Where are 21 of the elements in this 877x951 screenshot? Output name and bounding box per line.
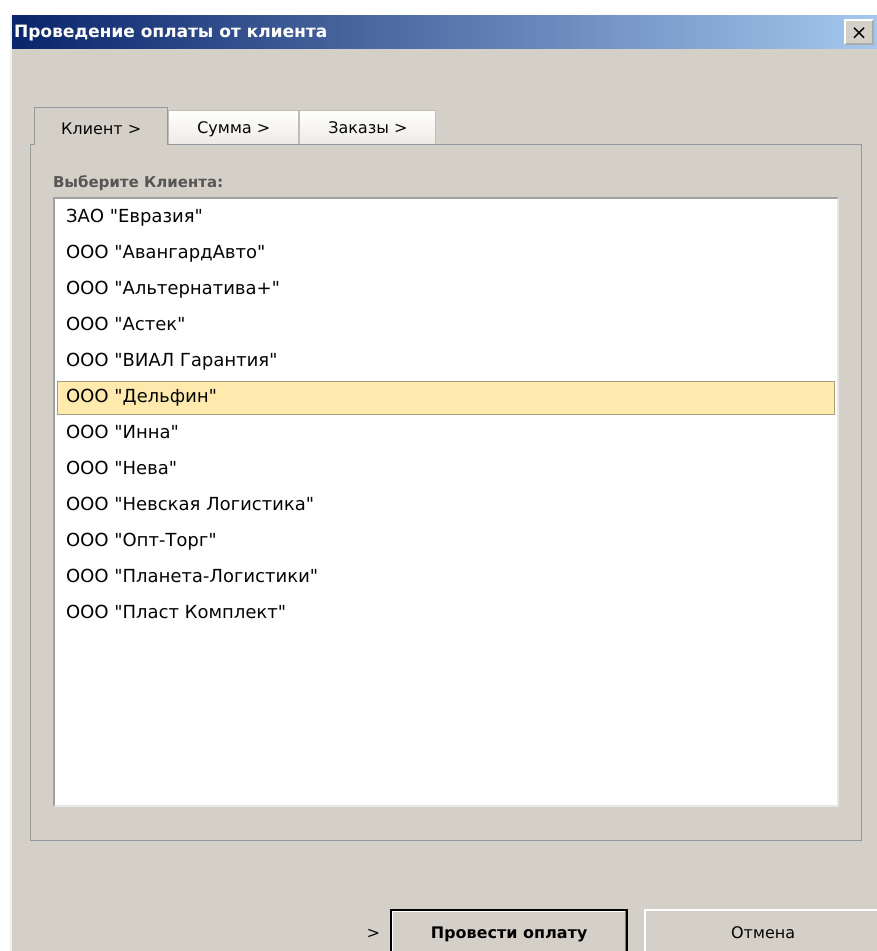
list-label: Выберите Клиента: <box>53 173 224 191</box>
list-item[interactable]: ООО "Астек" <box>57 309 835 343</box>
tab[interactable]: Клиент > <box>34 107 168 145</box>
list-item[interactable]: ООО "ВИАЛ Гарантия" <box>57 345 835 379</box>
cancel-button[interactable]: Отмена <box>644 909 877 951</box>
list-item[interactable]: ООО "Планета-Логистики" <box>57 561 835 595</box>
tab[interactable]: Сумма > <box>168 110 300 144</box>
tab[interactable]: Заказы > <box>299 110 436 144</box>
close-button[interactable]: × <box>844 19 874 45</box>
list-item[interactable]: ООО "Альтернатива+" <box>57 273 835 307</box>
list-item[interactable]: ООО "Пласт Комплект" <box>57 597 835 631</box>
list-item[interactable]: ЗАО "Евразия" <box>57 201 835 235</box>
list-item[interactable]: ООО "Дельфин" <box>57 381 835 415</box>
default-marker: > <box>366 922 380 942</box>
list-item[interactable]: ООО "АвангардАвто" <box>57 237 835 271</box>
list-item[interactable]: ООО "Опт-Торг" <box>57 525 835 559</box>
list-item[interactable]: ООО "Инна" <box>57 417 835 451</box>
submit-button[interactable]: Провести оплату <box>390 909 628 951</box>
list-item[interactable]: ООО "Невская Логистика" <box>57 489 835 523</box>
list-item[interactable]: ООО "Нева" <box>57 453 835 487</box>
window-title: Проведение оплаты от клиента <box>14 22 328 42</box>
